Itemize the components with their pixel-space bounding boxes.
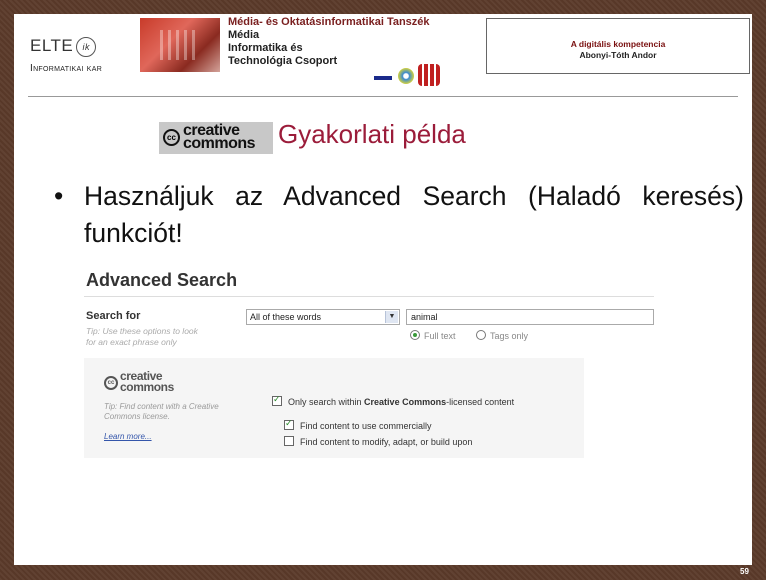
radio-tags-only[interactable]: Tags only: [476, 330, 528, 341]
learn-more-link[interactable]: Learn more...: [104, 432, 152, 441]
heading-divider: [84, 296, 654, 297]
checkbox-unchecked-icon[interactable]: [284, 436, 294, 446]
department-line-3: Informatika és: [228, 42, 303, 54]
search-input[interactable]: animal: [406, 309, 654, 325]
creative-commons-section: cc creative commons Tip: Find content wi…: [84, 358, 584, 458]
creative-commons-small-logo: cc creative commons: [104, 370, 174, 396]
bullet-icon: •: [54, 181, 64, 211]
course-title-box: A digitális kompetencia Abonyi-Tóth Ando…: [486, 18, 750, 74]
cc-tip: Tip: Find content with a Creative Common…: [104, 402, 219, 421]
media-decoration-icon: [374, 62, 444, 88]
bullet-text: Használjuk az Advanced Search (Haladó ke…: [84, 181, 744, 248]
page-number: 59: [740, 567, 749, 576]
cc-logo-text-2: commons: [183, 135, 256, 152]
cc-only-checkbox-row[interactable]: Only search within Creative Commons-lice…: [272, 394, 515, 407]
elte-name: ELTE: [30, 36, 74, 55]
author-name: Abonyi-Tóth Andor: [579, 50, 657, 60]
department-banner-image: [140, 18, 220, 72]
header-divider: [28, 96, 738, 97]
cc-only-label-prefix: Only search within: [288, 397, 362, 407]
cc-small-icon: cc: [104, 376, 118, 390]
cc-only-label-suffix: -licensed content: [446, 397, 515, 407]
radio-full-text-label: Full text: [424, 331, 456, 341]
radio-full-text[interactable]: Full text: [410, 330, 456, 341]
chevron-down-icon[interactable]: ▼: [385, 311, 398, 323]
radio-tags-only-label: Tags only: [490, 331, 529, 341]
search-for-label: Search for: [86, 310, 141, 322]
elte-seal-icon: ik: [76, 36, 97, 57]
slide: ELTE ik Informatikai kar Média- és Oktatá…: [14, 14, 752, 565]
slide-title: Gyakorlati példa: [278, 119, 466, 149]
department-line-1: Média- és Oktatásinformatikai Tanszék: [228, 16, 430, 28]
radio-selected-icon[interactable]: [410, 330, 420, 340]
elte-logo: ELTE ik Informatikai kar: [30, 36, 102, 74]
modify-label: Find content to modify, adapt, or build …: [300, 437, 473, 447]
search-mode-value: All of these words: [250, 312, 322, 322]
radio-unselected-icon[interactable]: [476, 330, 486, 340]
elte-faculty: Informatikai kar: [30, 62, 103, 74]
course-title: A digitális kompetencia: [570, 39, 666, 49]
cc-small-text-2: commons: [120, 380, 174, 394]
commercial-checkbox-row[interactable]: Find content to use commercially: [284, 418, 432, 431]
search-mode-select[interactable]: All of these words ▼: [246, 309, 400, 325]
department-name: Média- és Oktatásinformatikai Tanszék Mé…: [228, 16, 430, 68]
advanced-search-screenshot: Advanced Search Search for Tip: Use thes…: [76, 266, 658, 458]
modify-checkbox-row[interactable]: Find content to modify, adapt, or build …: [284, 436, 472, 447]
department-line-2: Média: [228, 29, 260, 41]
checkbox-checked-icon[interactable]: [272, 394, 282, 406]
commercial-label: Find content to use commercially: [300, 421, 432, 431]
cc-only-label-bold: Creative Commons: [364, 397, 447, 407]
search-tip: Tip: Use these options to look for an ex…: [86, 326, 198, 347]
advanced-search-heading: Advanced Search: [86, 270, 238, 290]
creative-commons-logo: cc creative commons: [159, 122, 273, 154]
checkbox-checked-icon[interactable]: [284, 418, 294, 430]
cc-icon: cc: [163, 129, 180, 146]
